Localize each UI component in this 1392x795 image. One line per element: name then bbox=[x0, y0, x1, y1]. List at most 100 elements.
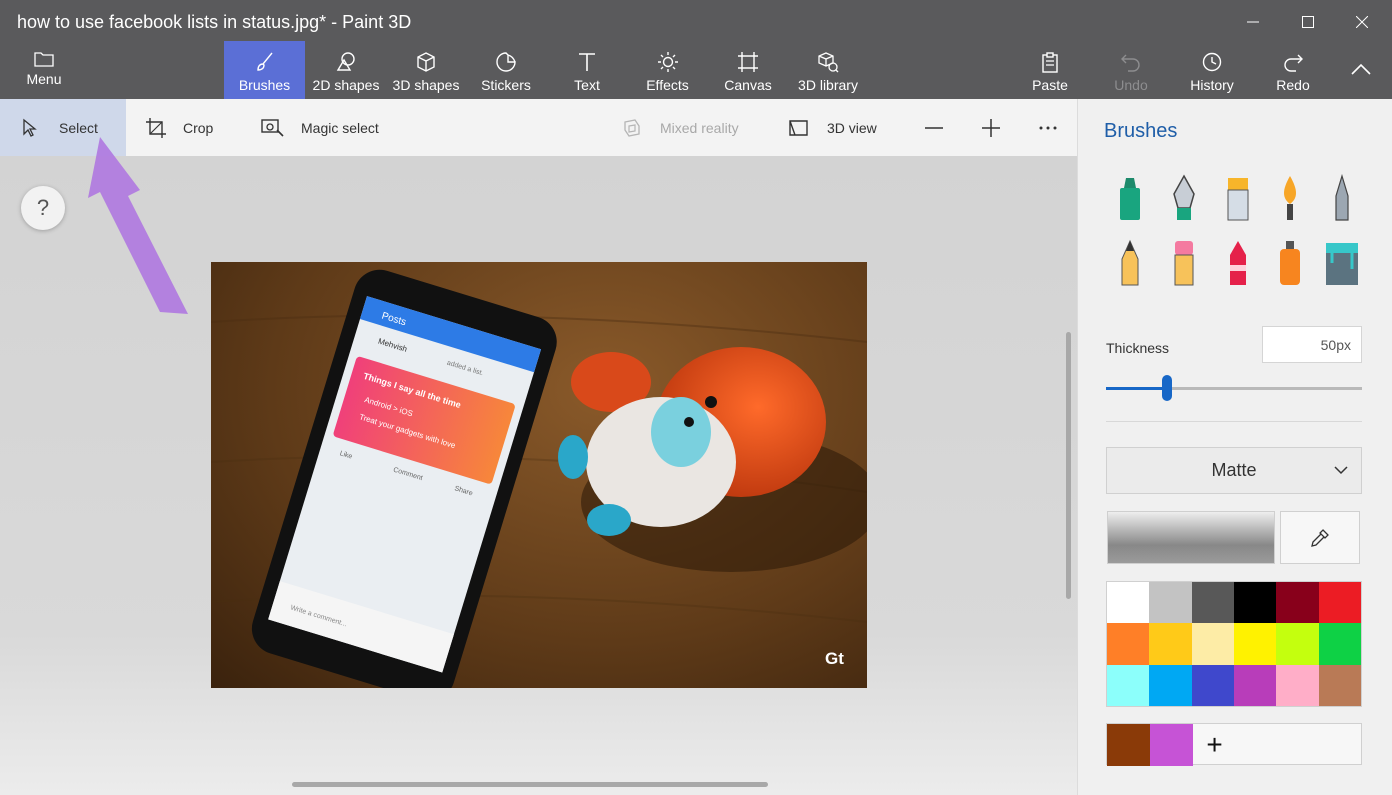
watercolor-icon[interactable] bbox=[1270, 174, 1310, 224]
chevron-up-icon bbox=[1351, 63, 1371, 75]
magic-select-button[interactable]: Magic select bbox=[261, 99, 379, 156]
tab-3d-library-label: 3D library bbox=[798, 77, 858, 93]
color-swatch[interactable] bbox=[1276, 623, 1319, 665]
color-swatch[interactable] bbox=[1233, 664, 1277, 706]
tab-2d-shapes[interactable]: 2D shapes bbox=[306, 41, 386, 99]
tab-effects-label: Effects bbox=[646, 77, 689, 93]
custom-color-swatch[interactable] bbox=[1107, 724, 1150, 766]
thickness-label: Thickness bbox=[1106, 340, 1170, 356]
custom-color-swatch[interactable] bbox=[1150, 724, 1193, 766]
2d-shapes-icon bbox=[336, 52, 355, 71]
mixed-reality-label: Mixed reality bbox=[660, 119, 739, 136]
paste-button[interactable]: Paste bbox=[1019, 41, 1081, 99]
oil-brush-icon[interactable] bbox=[1218, 174, 1258, 224]
tab-brushes-label: Brushes bbox=[238, 77, 291, 93]
custom-colors-row: + bbox=[1106, 723, 1362, 766]
vertical-scrollbar[interactable] bbox=[1066, 332, 1071, 599]
color-swatch[interactable] bbox=[1233, 623, 1277, 665]
tab-3d-shapes-label: 3D shapes bbox=[392, 77, 460, 93]
thickness-slider-fill bbox=[1106, 387, 1168, 390]
zoom-out-button[interactable] bbox=[924, 99, 956, 156]
color-swatch[interactable] bbox=[1318, 582, 1361, 624]
more-icon bbox=[1039, 126, 1057, 129]
add-color-button[interactable]: + bbox=[1193, 724, 1236, 766]
cursor-icon bbox=[23, 118, 37, 137]
tab-stickers[interactable]: Stickers bbox=[466, 41, 546, 99]
3d-shapes-icon bbox=[417, 52, 435, 72]
color-swatch[interactable] bbox=[1191, 623, 1234, 665]
mixed-reality-button[interactable]: Mixed reality bbox=[622, 99, 739, 156]
close-button[interactable] bbox=[1347, 8, 1377, 36]
eyedropper-button[interactable] bbox=[1280, 511, 1360, 564]
tab-3d-shapes[interactable]: 3D shapes bbox=[386, 41, 466, 99]
canvas-icon bbox=[738, 52, 758, 72]
color-swatch[interactable] bbox=[1107, 582, 1150, 624]
color-swatch[interactable] bbox=[1276, 664, 1319, 706]
menu-label: Menu bbox=[26, 71, 62, 87]
color-swatch[interactable] bbox=[1233, 582, 1277, 624]
calligraphy-pen-icon[interactable] bbox=[1164, 174, 1204, 224]
color-swatch[interactable] bbox=[1107, 664, 1150, 706]
minus-icon bbox=[925, 126, 943, 129]
undo-button[interactable]: Undo bbox=[1100, 41, 1162, 99]
tab-brushes[interactable]: Brushes bbox=[224, 41, 305, 99]
spray-can-icon[interactable] bbox=[1270, 239, 1310, 289]
paste-icon bbox=[1042, 52, 1058, 73]
color-swatch[interactable] bbox=[1149, 664, 1192, 706]
color-swatch[interactable] bbox=[1191, 664, 1234, 706]
brush-icon bbox=[256, 52, 273, 71]
finish-dropdown[interactable]: Matte bbox=[1106, 447, 1362, 494]
effects-icon bbox=[657, 52, 678, 72]
close-icon bbox=[1356, 16, 1368, 28]
3d-view-label: 3D view bbox=[827, 119, 877, 136]
fill-bucket-icon[interactable] bbox=[1322, 239, 1362, 289]
brushes-panel: Brushes Thickness 50px Matte + bbox=[1077, 99, 1392, 795]
collapse-ribbon-button[interactable] bbox=[1350, 62, 1372, 81]
tab-effects[interactable]: Effects bbox=[627, 41, 708, 99]
redo-icon bbox=[1284, 54, 1303, 72]
tab-text[interactable]: Text bbox=[547, 41, 627, 99]
annotation-arrow bbox=[88, 137, 188, 314]
tab-canvas[interactable]: Canvas bbox=[708, 41, 788, 99]
color-swatch[interactable] bbox=[1191, 582, 1234, 624]
maximize-button[interactable] bbox=[1293, 8, 1323, 36]
paste-label: Paste bbox=[1032, 77, 1068, 93]
color-swatch[interactable] bbox=[1318, 664, 1361, 706]
tab-3d-library[interactable]: 3D library bbox=[788, 41, 868, 99]
history-button[interactable]: History bbox=[1181, 41, 1243, 99]
more-options-button[interactable] bbox=[1038, 99, 1070, 156]
redo-button[interactable]: Redo bbox=[1262, 41, 1324, 99]
undo-label: Undo bbox=[1114, 77, 1148, 93]
pixel-pen-icon[interactable] bbox=[1322, 174, 1362, 224]
thickness-slider[interactable] bbox=[1106, 375, 1362, 401]
maximize-icon bbox=[1302, 16, 1314, 28]
color-swatch[interactable] bbox=[1318, 623, 1361, 665]
thickness-input[interactable]: 50px bbox=[1262, 326, 1362, 363]
folder-icon bbox=[34, 52, 54, 67]
minimize-icon bbox=[1247, 21, 1259, 23]
help-button[interactable]: ? bbox=[21, 186, 65, 230]
canvas-image[interactable]: Posts Mehvish added a list. Things I say… bbox=[211, 262, 867, 688]
pencil-icon[interactable] bbox=[1110, 239, 1150, 289]
plus-icon bbox=[982, 118, 1000, 137]
minimize-button[interactable] bbox=[1238, 8, 1268, 36]
marker-icon[interactable] bbox=[1110, 174, 1150, 224]
thickness-slider-thumb[interactable] bbox=[1162, 375, 1173, 401]
crayon-icon[interactable] bbox=[1218, 239, 1258, 289]
color-swatch[interactable] bbox=[1149, 582, 1192, 624]
color-swatch[interactable] bbox=[1149, 623, 1192, 665]
tab-stickers-label: Stickers bbox=[481, 77, 531, 93]
color-swatch[interactable] bbox=[1276, 582, 1319, 624]
redo-label: Redo bbox=[1276, 77, 1310, 93]
3d-view-button[interactable]: 3D view bbox=[788, 99, 877, 156]
eraser-icon[interactable] bbox=[1164, 239, 1204, 289]
current-color-swatch[interactable] bbox=[1107, 511, 1275, 564]
color-palette bbox=[1106, 581, 1362, 707]
color-swatch[interactable] bbox=[1107, 623, 1150, 665]
zoom-in-button[interactable] bbox=[981, 99, 1013, 156]
history-label: History bbox=[1190, 77, 1234, 93]
undo-icon bbox=[1121, 54, 1140, 72]
horizontal-scrollbar[interactable] bbox=[292, 782, 768, 787]
menu-button[interactable]: Menu bbox=[22, 45, 66, 95]
history-icon bbox=[1202, 52, 1222, 72]
